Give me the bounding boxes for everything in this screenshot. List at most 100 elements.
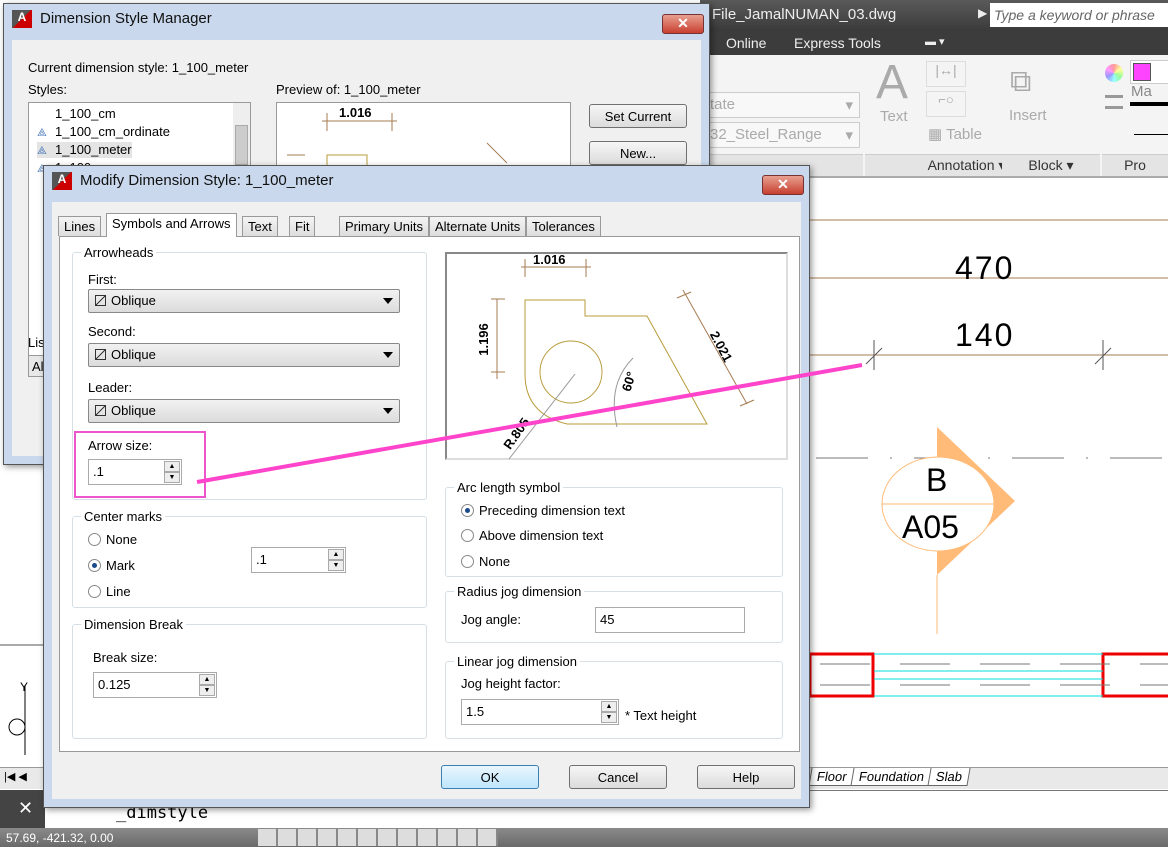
- center-mark-mark-radio[interactable]: Mark: [88, 558, 135, 573]
- layer-state-combo[interactable]: 32_Steel_Range ▾: [705, 122, 860, 148]
- center-mark-line-radio[interactable]: Line: [88, 584, 131, 599]
- oblique-icon: [95, 295, 106, 306]
- style-item[interactable]: ⟁ 1_100_cm_ordinate: [37, 124, 170, 140]
- lineweight-preview[interactable]: [1130, 102, 1168, 106]
- panel-properties[interactable]: Pro: [1102, 154, 1168, 176]
- drawing-canvas-left[interactable]: Y: [0, 465, 43, 767]
- preview-label: Preview of: 1_100_meter: [276, 82, 421, 97]
- current-style-label: Current dimension style: 1_100_meter: [28, 60, 249, 75]
- jog-height-input[interactable]: 1.5 ▲ ▼: [461, 699, 619, 725]
- tab-text[interactable]: Text: [242, 216, 278, 236]
- command-close-icon[interactable]: ✕: [0, 790, 45, 828]
- section-label-top: B: [926, 462, 948, 498]
- dimension-140: 140: [955, 317, 1015, 353]
- center-marks-group: Center marks None Mark Line .1 ▲ ▼: [72, 509, 427, 608]
- center-mark-size-input[interactable]: .1 ▲ ▼: [251, 547, 346, 573]
- coordinates-readout: 57.69, -421.32, 0.00: [6, 831, 114, 845]
- menu-express-tools[interactable]: Express Tools: [794, 35, 881, 51]
- status-bar: 57.69, -421.32, 0.00: [0, 828, 1168, 847]
- jog-height-label: Jog height factor:: [461, 676, 561, 691]
- linetype-preview[interactable]: [1134, 134, 1168, 135]
- layout-tab-slab[interactable]: Slab: [927, 768, 971, 786]
- tab-tolerances[interactable]: Tolerances: [526, 216, 601, 236]
- insert-button[interactable]: Insert: [1009, 107, 1047, 124]
- break-size-input[interactable]: 0.125 ▲ ▼: [93, 672, 217, 698]
- leader-label: Leader:: [88, 380, 133, 395]
- lineweight-icon: [1105, 95, 1123, 109]
- second-label: Second:: [88, 324, 136, 339]
- insert-block-icon[interactable]: ⧉: [1010, 65, 1031, 99]
- file-title: File_JamalNUMAN_03.dwg: [712, 6, 897, 23]
- dimension-preview: 1.016 1.196 2.021 60° R.805: [445, 252, 788, 460]
- layout-tab-foundation[interactable]: Foundation: [850, 768, 933, 786]
- arc-preceding-radio[interactable]: Preceding dimension text: [461, 503, 625, 518]
- tab-primary-units[interactable]: Primary Units: [339, 216, 430, 236]
- oblique-icon: [95, 349, 106, 360]
- text-button[interactable]: Text: [880, 108, 908, 125]
- second-arrowhead-select[interactable]: Oblique: [88, 343, 400, 367]
- arrow-size-input[interactable]: .1 ▲ ▼: [88, 459, 182, 485]
- color-wheel-icon[interactable]: [1105, 64, 1123, 82]
- tab-lines[interactable]: Lines: [58, 216, 102, 236]
- tab-fit[interactable]: Fit: [289, 216, 316, 236]
- menu-online[interactable]: Online: [726, 35, 766, 51]
- color-combo[interactable]: Ma: [1130, 60, 1168, 100]
- layout-tab-floor[interactable]: Floor: [808, 768, 856, 786]
- tab-alternate-units[interactable]: Alternate Units: [429, 216, 527, 236]
- jog-angle-input[interactable]: 45: [595, 607, 745, 633]
- dimension-470: 470: [955, 250, 1015, 286]
- linear-jog-group: Linear jog dimension Jog height factor: …: [445, 654, 783, 739]
- jog-angle-label: Jog angle:: [461, 612, 521, 627]
- jog-height-suffix: * Text height: [625, 708, 697, 723]
- styles-label: Styles:: [28, 82, 68, 97]
- layout-tab-list: Floor Foundation Slab: [808, 768, 971, 786]
- set-current-button[interactable]: Set Current: [589, 104, 687, 128]
- menu-bar: Online Express Tools ▬ ▾: [700, 31, 1168, 55]
- arrow-size-label: Arrow size:: [88, 438, 153, 453]
- style-item[interactable]: 1_100_cm: [37, 106, 116, 121]
- annotative-icon: ⟁: [37, 145, 47, 157]
- drawing-canvas[interactable]: 470 140 B A05: [810, 180, 1168, 768]
- dsm-close-button[interactable]: ✕: [662, 14, 704, 34]
- arc-none-radio[interactable]: None: [461, 554, 510, 569]
- autocad-logo-icon: A: [52, 172, 72, 190]
- preview-dim-top: 1.016: [533, 252, 566, 267]
- ok-button[interactable]: OK: [441, 765, 539, 789]
- tab-symbols-and-arrows[interactable]: Symbols and Arrows: [106, 213, 237, 237]
- panel-block[interactable]: Block ▾: [1002, 154, 1100, 176]
- arrowheads-group: Arrowheads First: Oblique Second: Obliqu…: [72, 245, 427, 500]
- style-item-selected[interactable]: ⟁ 1_100_meter: [37, 142, 132, 158]
- section-label-bottom: A05: [902, 509, 959, 545]
- annotative-icon: ⟁: [37, 127, 47, 139]
- table-button[interactable]: ▦ Table: [928, 125, 982, 143]
- first-label: First:: [88, 272, 117, 287]
- text-icon[interactable]: A: [876, 55, 908, 110]
- ribbon-toggle-icon[interactable]: ▬ ▾: [925, 35, 945, 48]
- expand-arrow-icon[interactable]: ▶: [978, 6, 987, 20]
- tab-scroll-first-icon[interactable]: |◀ ◀: [4, 770, 27, 783]
- ribbon: tate ▾ 32_Steel_Range ▾ A Text |↔| ⌐○ ▦ Ta…: [700, 55, 1168, 178]
- dimension-icon[interactable]: |↔|: [926, 61, 966, 87]
- oblique-icon: [95, 405, 106, 416]
- search-input[interactable]: Type a keyword or phrase: [990, 3, 1168, 27]
- radius-jog-group: Radius jog dimension Jog angle: 45: [445, 584, 783, 643]
- leader-arrowhead-select[interactable]: Oblique: [88, 399, 400, 423]
- cancel-button[interactable]: Cancel: [569, 765, 667, 789]
- dsm-title: A Dimension Style Manager: [4, 4, 709, 34]
- mds-title: A Modify Dimension Style: 1_100_meter: [44, 166, 809, 196]
- center-mark-none-radio[interactable]: None: [88, 532, 137, 547]
- status-toggle-buttons[interactable]: [258, 829, 498, 846]
- first-arrowhead-select[interactable]: Oblique: [88, 289, 400, 313]
- modify-dimension-style-dialog: A Modify Dimension Style: 1_100_meter ✕ L…: [43, 165, 810, 808]
- mds-close-button[interactable]: ✕: [762, 175, 804, 195]
- new-style-button[interactable]: New...: [589, 141, 687, 165]
- autocad-logo-icon: A: [12, 10, 32, 28]
- help-button[interactable]: Help: [697, 765, 795, 789]
- dimension-break-group: Dimension Break Break size: 0.125 ▲ ▼: [72, 617, 427, 739]
- arc-above-radio[interactable]: Above dimension text: [461, 528, 603, 543]
- arc-length-group: Arc length symbol Preceding dimension te…: [445, 480, 783, 577]
- ucs-y-label: Y: [20, 680, 29, 694]
- tab-panel: Arrowheads First: Oblique Second: Obliqu…: [59, 236, 800, 752]
- leader-icon[interactable]: ⌐○: [926, 91, 966, 117]
- layer-combo[interactable]: tate ▾: [705, 92, 860, 118]
